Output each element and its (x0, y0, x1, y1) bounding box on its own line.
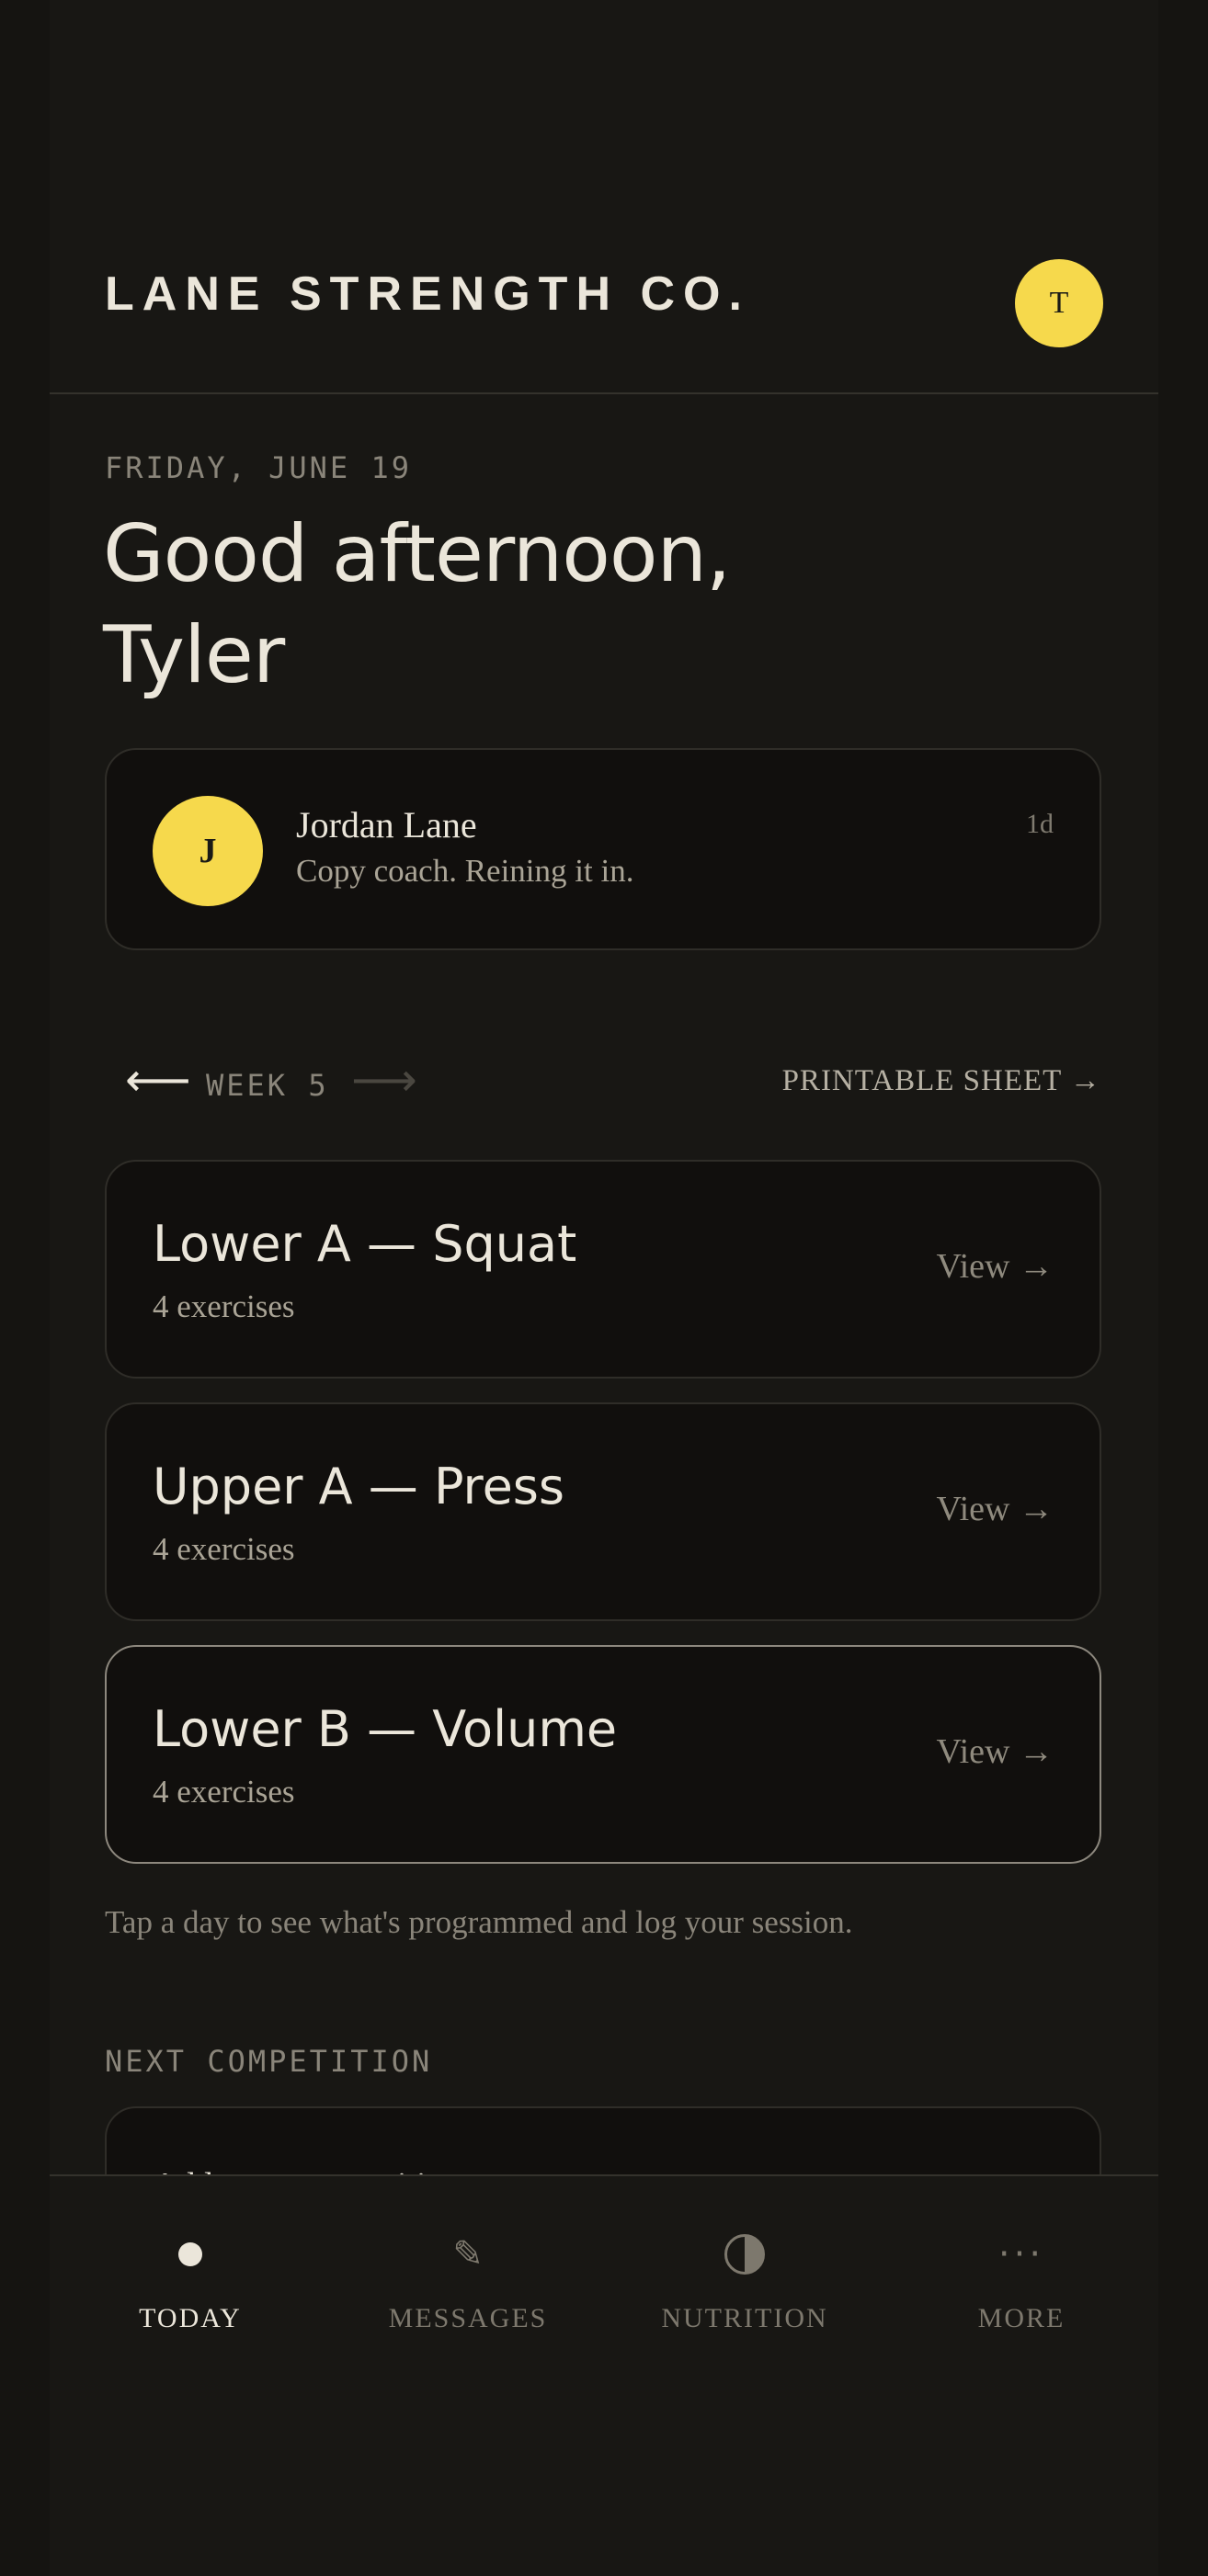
arrow-left-icon[interactable]: ⟵ (125, 1057, 191, 1103)
date-label: FRIDAY, JUNE 19 (105, 450, 412, 485)
tab-more[interactable]: ··· MORE (883, 2222, 1159, 2334)
session-subtitle: 4 exercises (153, 1531, 295, 1567)
session-view-link[interactable]: View → (936, 1489, 1054, 1529)
session-title: Lower A — Squat (153, 1215, 577, 1273)
tab-label: TODAY (139, 2303, 242, 2333)
page-title: Good afternoon, Tyler (103, 504, 1114, 706)
profile-avatar[interactable]: T (1015, 259, 1103, 347)
session-title: Lower B — Volume (153, 1700, 618, 1758)
tab-label: MESSAGES (388, 2303, 548, 2333)
week-label: WEEK 5 (206, 1068, 329, 1103)
tab-nutrition[interactable]: NUTRITION (607, 2222, 883, 2334)
session-view-link[interactable]: View → (936, 1246, 1054, 1287)
tab-label: MORE (977, 2303, 1066, 2333)
session-subtitle: 4 exercises (153, 1288, 295, 1324)
tab-today[interactable]: TODAY (52, 2222, 328, 2334)
session-view-link[interactable]: View → (936, 1731, 1054, 1772)
bottom-tab-bar: TODAY ✎ MESSAGES NUTRITION ··· MORE (50, 2174, 1158, 2576)
session-card[interactable]: Lower A — Squat 4 exercises View → (105, 1160, 1101, 1379)
tab-messages[interactable]: ✎ MESSAGES (330, 2222, 606, 2334)
greeting-line: Good afternoon, (103, 508, 731, 600)
arrow-right-icon[interactable]: ⟶ (351, 1057, 417, 1103)
coach-avatar: J (153, 796, 263, 906)
session-card-selected[interactable]: Lower B — Volume 4 exercises View → (105, 1645, 1101, 1864)
message-time: 1d (1026, 809, 1054, 839)
hint-text: Tap a day to see what's programmed and l… (105, 1904, 853, 1940)
more-dots-icon: ··· (997, 2233, 1045, 2275)
half-circle-icon (724, 2234, 765, 2275)
week-navigation: ⟵ WEEK 5 ⟶ PRINTABLE SHEET → (105, 1057, 1101, 1112)
session-subtitle: 4 exercises (153, 1774, 295, 1810)
brand-logo[interactable]: LANE STRENGTH CO. (105, 267, 750, 322)
message-sender: Jordan Lane (296, 804, 477, 845)
pencil-icon: ✎ (452, 2233, 484, 2275)
header: LANE STRENGTH CO. T (50, 0, 1158, 394)
greeting-name: Tyler (103, 609, 285, 701)
printable-sheet-link[interactable]: PRINTABLE SHEET → (782, 1064, 1101, 1098)
session-card[interactable]: Upper A — Press 4 exercises View → (105, 1402, 1101, 1621)
dot-icon (178, 2242, 202, 2266)
message-card[interactable]: J Jordan Lane Copy coach. Reining it in.… (105, 748, 1101, 950)
session-title: Upper A — Press (153, 1458, 565, 1515)
tab-label: NUTRITION (661, 2303, 828, 2333)
message-preview: Copy coach. Reining it in. (296, 853, 634, 889)
competition-section-label: NEXT COMPETITION (105, 2044, 433, 2079)
